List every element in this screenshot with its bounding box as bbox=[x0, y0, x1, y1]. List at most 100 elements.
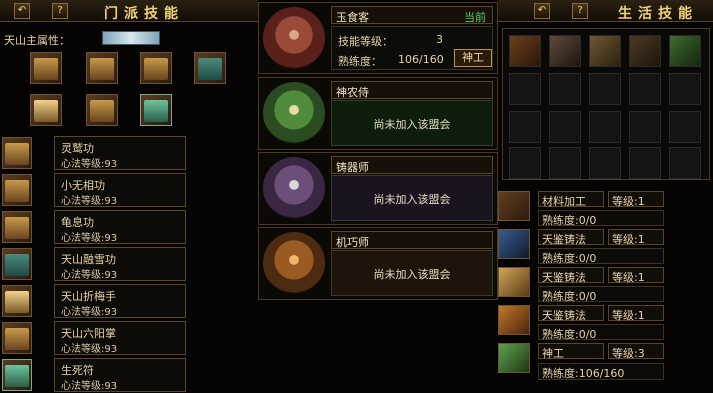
empty-slot[interactable] bbox=[589, 111, 621, 143]
back-arrow-icon[interactable]: ↶ bbox=[14, 3, 30, 19]
life-skill-proficiency: 熟练度:0/0 bbox=[542, 328, 597, 341]
not-joined-notice: 尚未加入该盟会 bbox=[373, 118, 451, 131]
life-skill-slot-icon[interactable] bbox=[629, 35, 661, 67]
skill-name: 天山折梅手 bbox=[61, 290, 116, 303]
skill-slot-icon[interactable] bbox=[30, 94, 62, 126]
guild-card[interactable]: 神农侍 尚未加入该盟会 bbox=[258, 77, 498, 150]
proficiency-label: 熟练度： bbox=[338, 55, 382, 68]
guild-card-active[interactable]: 玉食客 当前 技能等级： 3 熟练度： 106/160 神工 bbox=[258, 2, 498, 74]
skill-book-icon bbox=[2, 211, 32, 243]
skill-slot-icon[interactable] bbox=[140, 94, 172, 126]
skill-level: 心法等级:93 bbox=[61, 233, 118, 244]
divine-craft-icon bbox=[498, 343, 530, 373]
life-skill-level-box: 等级:1 bbox=[608, 305, 664, 322]
help-icon[interactable]: ? bbox=[52, 3, 68, 19]
life-skill-prof-box: 熟练度:0/0 bbox=[538, 286, 664, 303]
back-arrow-icon[interactable]: ↶ bbox=[534, 3, 550, 19]
life-skill-row[interactable]: 材料加工 等级:1 熟练度:0/0 bbox=[498, 191, 668, 227]
skill-info-box: 灵鹫功 心法等级:93 bbox=[54, 136, 186, 170]
empty-slot[interactable] bbox=[629, 73, 661, 105]
life-skill-slot-icon[interactable] bbox=[589, 35, 621, 67]
skill-level: 心法等级:93 bbox=[61, 307, 118, 318]
mid-empty-area bbox=[258, 304, 498, 393]
skill-level: 心法等级:93 bbox=[61, 270, 118, 281]
skill-row[interactable]: 天山折梅手 心法等级:93 bbox=[0, 284, 188, 318]
panel-title: 门派技能 bbox=[104, 6, 184, 22]
life-skill-name: 神工 bbox=[542, 347, 564, 360]
skill-row[interactable]: 灵鹫功 心法等级:93 bbox=[0, 136, 188, 170]
empty-slot[interactable] bbox=[549, 147, 581, 179]
empty-slot[interactable] bbox=[589, 147, 621, 179]
life-skill-slot-icon[interactable] bbox=[669, 35, 701, 67]
skill-info-box: 天山融雪功 心法等级:93 bbox=[54, 247, 186, 281]
guild-status: 尚未加入该盟会 bbox=[331, 250, 493, 296]
guild-name: 铸器师 bbox=[336, 161, 369, 174]
guild-card[interactable]: 机巧师 尚未加入该盟会 bbox=[258, 227, 498, 300]
phoenix-emblem-icon bbox=[263, 7, 325, 69]
skill-row[interactable]: 天山融雪功 心法等级:93 bbox=[0, 247, 188, 281]
guild-status: 尚未加入该盟会 bbox=[331, 175, 493, 221]
life-skill-level-box: 等级:1 bbox=[608, 191, 664, 208]
guild-header: 机巧师 bbox=[331, 231, 493, 249]
skill-slot-icon[interactable] bbox=[140, 52, 172, 84]
main-attribute-label: 天山主属性： bbox=[4, 34, 70, 47]
skill-info-box: 生死符 心法等级:93 bbox=[54, 358, 186, 392]
life-skill-proficiency: 熟练度:0/0 bbox=[542, 290, 597, 303]
skill-name: 灵鹫功 bbox=[61, 142, 94, 155]
life-skill-row[interactable]: 神工 等级:3 熟练度:106/160 bbox=[498, 343, 668, 383]
skill-level: 心法等级:93 bbox=[61, 196, 118, 207]
life-skill-name: 天鉴铸法 bbox=[542, 309, 586, 322]
life-skill-slot-icon[interactable] bbox=[509, 35, 541, 67]
skill-slot-icon[interactable] bbox=[194, 52, 226, 84]
life-skill-grid bbox=[502, 28, 710, 180]
skill-slot-icon[interactable] bbox=[30, 52, 62, 84]
life-skill-level: 等级:1 bbox=[612, 195, 645, 208]
life-skill-proficiency: 熟练度:0/0 bbox=[542, 214, 597, 227]
empty-slot[interactable] bbox=[509, 147, 541, 179]
not-joined-notice: 尚未加入该盟会 bbox=[373, 193, 451, 206]
life-skill-row[interactable]: 天鉴铸法 等级:1 熟练度:0/0 bbox=[498, 305, 668, 341]
guild-card[interactable]: 铸器师 尚未加入该盟会 bbox=[258, 152, 498, 225]
empty-slot[interactable] bbox=[509, 73, 541, 105]
life-skill-slot-icon[interactable] bbox=[549, 35, 581, 67]
empty-slot[interactable] bbox=[669, 73, 701, 105]
guild-panel: 玉食客 当前 技能等级： 3 熟练度： 106/160 神工 神农侍 尚未加入该… bbox=[258, 0, 498, 393]
life-skill-level: 等级:1 bbox=[612, 309, 645, 322]
skill-row[interactable]: 小无相功 心法等级:93 bbox=[0, 173, 188, 207]
empty-slot[interactable] bbox=[509, 111, 541, 143]
empty-slot[interactable] bbox=[589, 73, 621, 105]
skill-row[interactable]: 生死符 心法等级:93 bbox=[0, 358, 188, 392]
life-skill-row[interactable]: 天鉴铸法 等级:1 熟练度:0/0 bbox=[498, 267, 668, 303]
guild-name: 机巧师 bbox=[336, 236, 369, 249]
empty-slot[interactable] bbox=[629, 111, 661, 143]
skill-slot-icon[interactable] bbox=[86, 52, 118, 84]
help-icon[interactable]: ? bbox=[572, 3, 588, 19]
skill-level-label: 技能等级： bbox=[338, 35, 393, 48]
life-skill-prof-box: 熟练度:0/0 bbox=[538, 324, 664, 341]
skill-slot-icon[interactable] bbox=[86, 94, 118, 126]
empty-slot[interactable] bbox=[669, 147, 701, 179]
divine-craft-button[interactable]: 神工 bbox=[454, 49, 492, 67]
skill-name: 生死符 bbox=[61, 364, 94, 377]
forge-emblem-icon bbox=[263, 157, 325, 219]
life-skill-name-box: 材料加工 bbox=[538, 191, 604, 208]
skill-info-box: 天山六阳掌 心法等级:93 bbox=[54, 321, 186, 355]
forge-method-icon bbox=[498, 305, 530, 335]
guild-name: 玉食客 bbox=[336, 11, 369, 24]
guild-stats: 技能等级： 3 熟练度： 106/160 神工 bbox=[331, 26, 493, 70]
skill-level: 心法等级:93 bbox=[61, 159, 118, 170]
empty-slot[interactable] bbox=[629, 147, 661, 179]
skill-name: 天山融雪功 bbox=[61, 253, 116, 266]
empty-slot[interactable] bbox=[549, 73, 581, 105]
skill-book-icon bbox=[2, 322, 32, 354]
empty-slot[interactable] bbox=[669, 111, 701, 143]
current-badge: 当前 bbox=[464, 11, 486, 24]
guild-status: 尚未加入该盟会 bbox=[331, 100, 493, 146]
guild-header: 铸器师 bbox=[331, 156, 493, 174]
life-skill-row[interactable]: 天鉴铸法 等级:1 熟练度:0/0 bbox=[498, 229, 668, 265]
forge-method-icon bbox=[498, 229, 530, 259]
skill-row[interactable]: 龟息功 心法等级:93 bbox=[0, 210, 188, 244]
skill-row[interactable]: 天山六阳掌 心法等级:93 bbox=[0, 321, 188, 355]
empty-slot[interactable] bbox=[549, 111, 581, 143]
life-skill-prof-box: 熟练度:106/160 bbox=[538, 363, 664, 380]
